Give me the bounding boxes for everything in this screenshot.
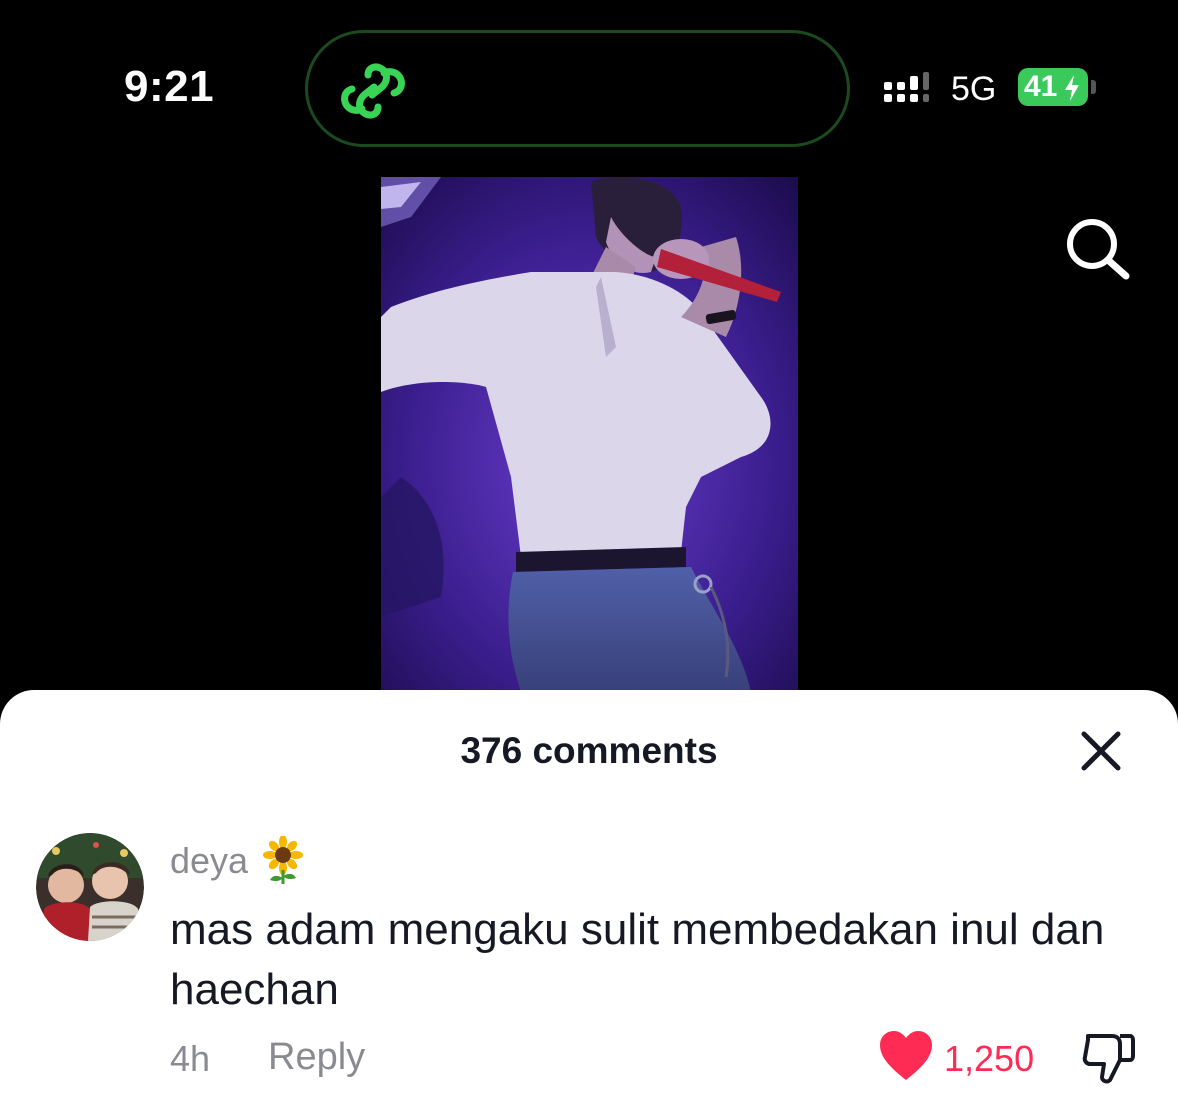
- battery-nub: [1091, 80, 1096, 94]
- reply-button[interactable]: Reply: [268, 1036, 365, 1079]
- network-type: 5G: [951, 70, 997, 108]
- dynamic-island[interactable]: [305, 30, 850, 147]
- status-time: 9:21: [124, 62, 215, 111]
- comment-timestamp: 4h: [170, 1038, 211, 1079]
- chain-link-icon: [341, 63, 405, 119]
- like-count: 1,250: [944, 1038, 1035, 1079]
- battery-level: 41: [1024, 70, 1058, 103]
- charging-bolt-icon: [1065, 75, 1079, 101]
- comment-username[interactable]: deya: [170, 840, 248, 882]
- comments-sheet: 376 comments deya mas adam mengaku sulit…: [0, 690, 1178, 1117]
- search-icon[interactable]: [1060, 212, 1132, 284]
- signal-strength-icon: [884, 72, 929, 102]
- heart-icon[interactable]: [878, 1030, 934, 1082]
- thumbs-down-icon[interactable]: [1080, 1030, 1136, 1084]
- close-icon[interactable]: [1076, 726, 1126, 776]
- video-thumbnail[interactable]: [381, 177, 798, 692]
- comment-text: mas adam mengaku sulit membedakan inul d…: [170, 905, 1105, 1014]
- sunflower-emoji-icon: [263, 836, 303, 884]
- avatar[interactable]: [36, 833, 144, 941]
- comments-count-title: 376 comments: [460, 730, 718, 771]
